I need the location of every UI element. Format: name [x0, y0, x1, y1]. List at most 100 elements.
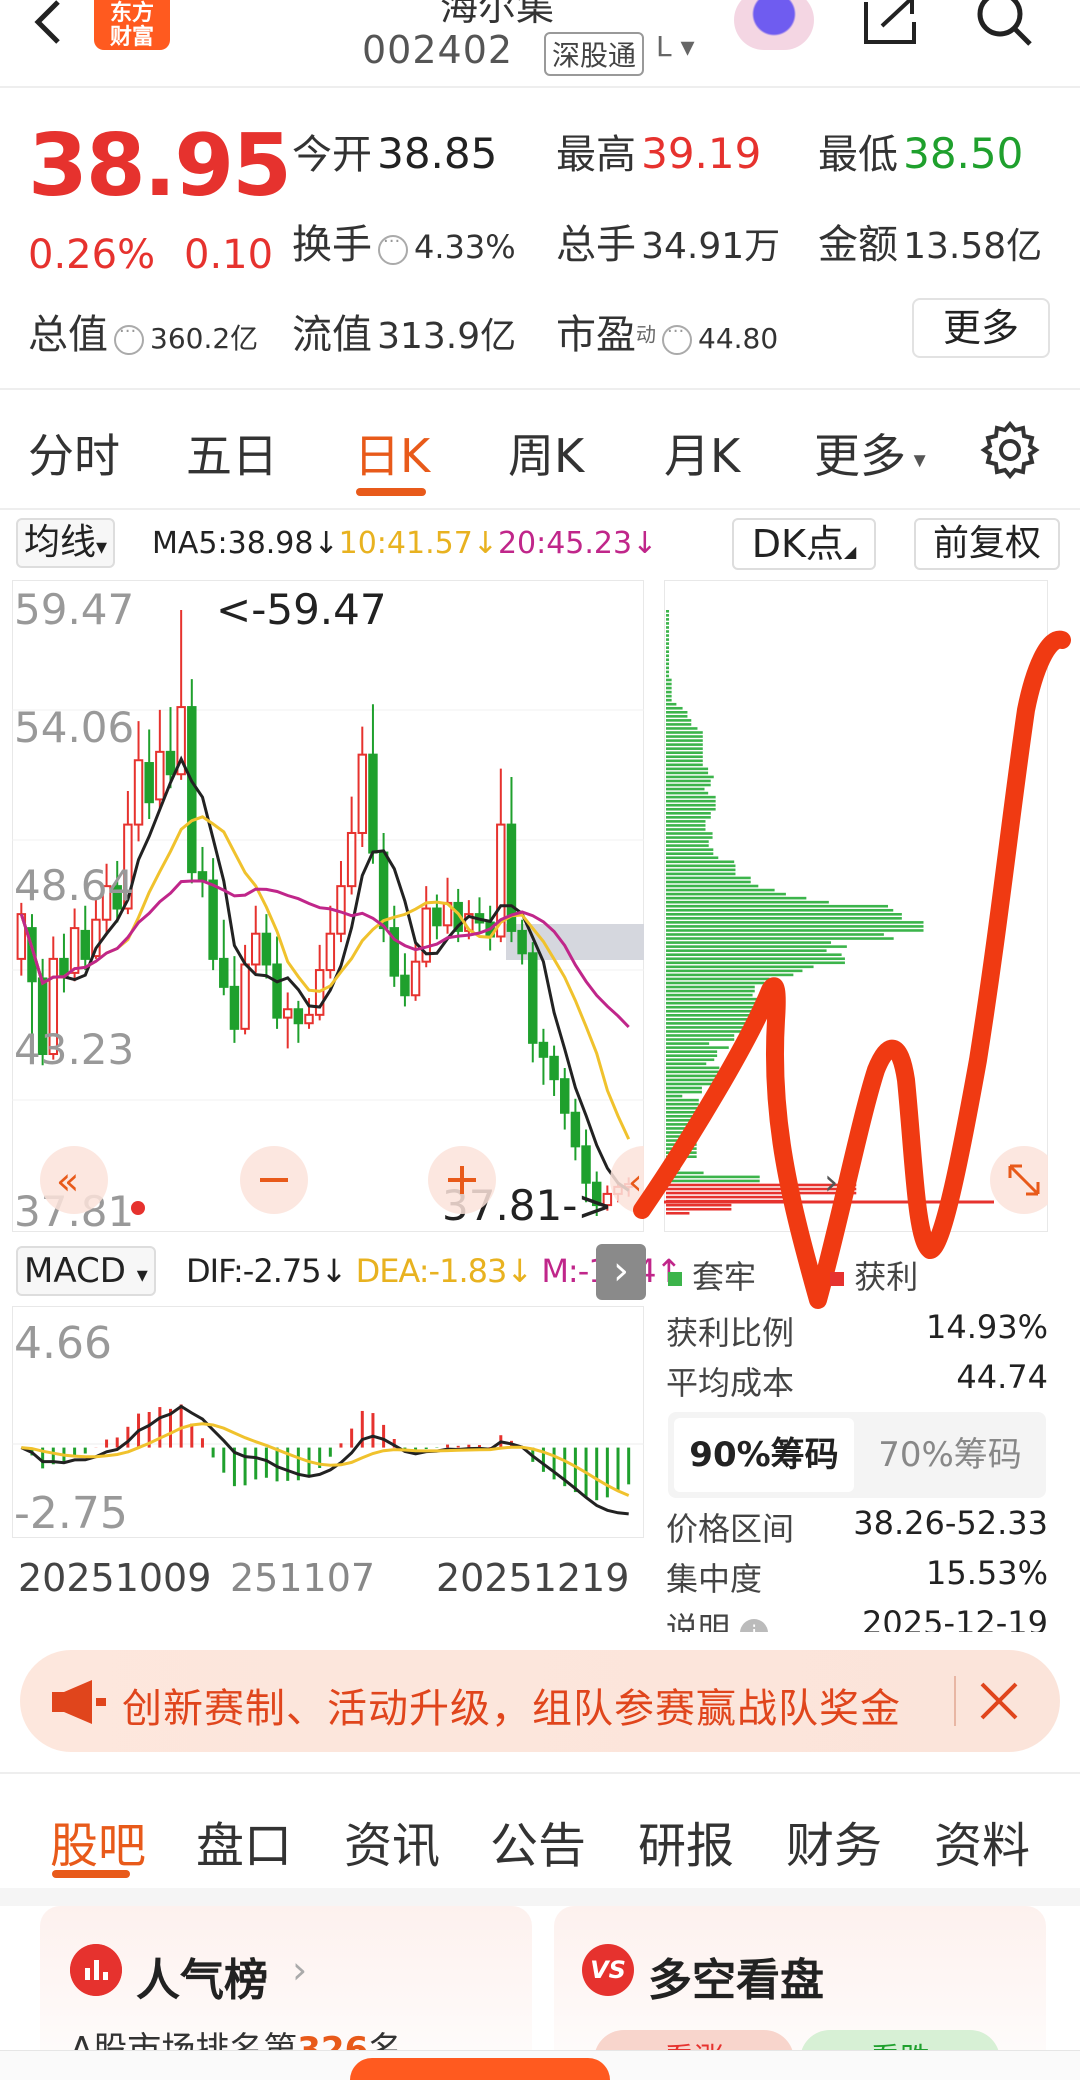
- marker-dot: [131, 1201, 145, 1215]
- row-value: 38.26-52.33: [853, 1504, 1048, 1542]
- post-button[interactable]: [350, 2058, 610, 2080]
- y-tick-label: -2.75: [14, 1488, 128, 1538]
- tab-pankou[interactable]: 盘口: [196, 1806, 292, 1876]
- mktcap-value: 360.2亿: [150, 322, 259, 355]
- row-label: 平均成本: [666, 1364, 795, 1402]
- bar-chart-icon: [70, 1944, 122, 1996]
- info-icon[interactable]: [114, 321, 144, 355]
- tab-chip-70[interactable]: 70%筹码: [860, 1418, 1040, 1492]
- assistant-avatar-icon[interactable]: [734, 0, 814, 50]
- divider: [0, 1772, 1080, 1774]
- divider: [954, 1676, 956, 1726]
- chip-legend: 套牢 获利: [668, 1252, 918, 1298]
- candle: [570, 1111, 581, 1148]
- macd-chart[interactable]: 4.66 -2.75: [12, 1306, 644, 1538]
- more-quote-button[interactable]: 更多: [912, 298, 1050, 358]
- high-annotation: <-59.47: [216, 585, 387, 634]
- turnover-field[interactable]: 换手 4.33%: [292, 212, 516, 270]
- info-icon[interactable]: [662, 321, 692, 355]
- dea-value: DEA:-1.83↓: [355, 1252, 534, 1290]
- y-tick-label: 54.06: [14, 703, 134, 752]
- search-icon[interactable]: [974, 0, 1034, 50]
- volume-value: 34.91万: [641, 226, 781, 267]
- tab-announcements[interactable]: 公告: [490, 1806, 586, 1876]
- tab-more-label: 更多: [814, 429, 906, 483]
- high-label: 最高: [556, 132, 636, 178]
- candle: [432, 907, 442, 927]
- ma10-value: 10:41.57↓: [338, 526, 498, 561]
- info-icon[interactable]: i: [740, 1619, 769, 1632]
- tab-guba[interactable]: 股吧: [50, 1806, 146, 1876]
- tab-more-periods[interactable]: 更多 ▾: [814, 420, 926, 486]
- candle: [560, 1078, 570, 1114]
- profit-ratio-row: 获利比例 14.93%: [666, 1308, 1048, 1354]
- banner-text[interactable]: 创新赛制、活动升级，组队参赛赢战队奖金: [122, 1676, 942, 1734]
- float-field: 流值 313.9亿: [292, 302, 516, 360]
- candle: [155, 750, 165, 801]
- share-icon[interactable]: [860, 0, 920, 46]
- legend-swatch: [668, 1272, 682, 1286]
- tab-research[interactable]: 研报: [638, 1806, 734, 1876]
- row-value: 15.53%: [925, 1554, 1048, 1592]
- mktcap-field[interactable]: 总值 360.2亿: [28, 302, 258, 360]
- row-value: 44.74: [956, 1358, 1048, 1396]
- turnover-label: 换手: [292, 222, 372, 268]
- open-value: 38.85: [377, 129, 498, 178]
- ma-values: MA5:38.98↓10:41.57↓20:45.23↓: [152, 526, 657, 561]
- date-label: 251107: [230, 1556, 376, 1600]
- legend-trapped: 套牢: [692, 1258, 757, 1296]
- tab-intraday[interactable]: 分时: [28, 420, 120, 486]
- hand-drawn-scribble: [633, 630, 1071, 1309]
- popularity-title: 人气榜: [136, 1955, 268, 2006]
- tab-five-day[interactable]: 五日: [186, 420, 278, 486]
- section-gap: [0, 1888, 1080, 1906]
- kline-chart[interactable]: 59.47 54.06 48.64 43.23 37.81 <-59.47 37…: [12, 580, 644, 1232]
- note-label: 说明: [666, 1610, 731, 1632]
- tab-weekly-k[interactable]: 周K: [508, 420, 584, 486]
- note-row[interactable]: 说明 i 2025-12-19: [666, 1604, 1048, 1632]
- dk-point-select[interactable]: DK点◢: [732, 518, 876, 570]
- candle: [410, 960, 421, 997]
- stock-code: 002402: [362, 28, 514, 72]
- candle: [528, 952, 538, 1044]
- row-label: 价格区间: [666, 1510, 795, 1548]
- indicator-next-button[interactable]: ›: [596, 1244, 646, 1300]
- dif-value: DIF:-2.75↓: [186, 1252, 347, 1290]
- tab-chip-90[interactable]: 90%筹码: [674, 1418, 854, 1492]
- candle: [549, 1055, 559, 1081]
- tab-daily-k[interactable]: 日K: [354, 420, 430, 486]
- dk-label: DK点: [751, 522, 844, 566]
- low-label: 最低: [818, 132, 898, 178]
- tab-monthly-k[interactable]: 月K: [664, 420, 740, 486]
- indicator-label: MACD: [24, 1251, 126, 1291]
- y-tick-label: 48.64: [14, 861, 134, 910]
- amount-value: 13.58亿: [903, 226, 1043, 267]
- row-value: 14.93%: [925, 1308, 1048, 1346]
- pe-label: 市盈: [556, 312, 636, 358]
- chevron-right-icon[interactable]: ›: [292, 1948, 307, 1992]
- double-left-icon[interactable]: «: [56, 1159, 79, 1203]
- indicator-select[interactable]: MACD ▾: [16, 1246, 156, 1296]
- divider: [0, 508, 1080, 510]
- tab-profile[interactable]: 资料: [934, 1806, 1030, 1876]
- tab-news[interactable]: 资讯: [344, 1806, 440, 1876]
- pe-sup: 动: [636, 322, 656, 347]
- tab-finance[interactable]: 财务: [786, 1806, 882, 1876]
- float-label: 流值: [292, 312, 372, 358]
- concentration-row: 集中度 15.53%: [666, 1554, 1048, 1600]
- candle: [219, 957, 229, 988]
- pe-field[interactable]: 市盈动 44.80: [556, 302, 778, 360]
- candle: [165, 750, 176, 776]
- ma-select[interactable]: 均线▾: [16, 518, 116, 568]
- divider: [0, 388, 1080, 390]
- ma-select-label: 均线: [24, 522, 97, 563]
- candle: [325, 932, 336, 972]
- gear-icon[interactable]: [980, 420, 1040, 480]
- back-icon[interactable]: [28, 0, 68, 50]
- adjust-select[interactable]: 前复权: [914, 518, 1060, 570]
- candle: [304, 1013, 314, 1025]
- date-label: 20251219: [436, 1556, 630, 1600]
- info-icon[interactable]: [378, 231, 408, 265]
- high-field: 最高 39.19: [556, 122, 761, 180]
- close-icon[interactable]: [974, 1672, 1024, 1728]
